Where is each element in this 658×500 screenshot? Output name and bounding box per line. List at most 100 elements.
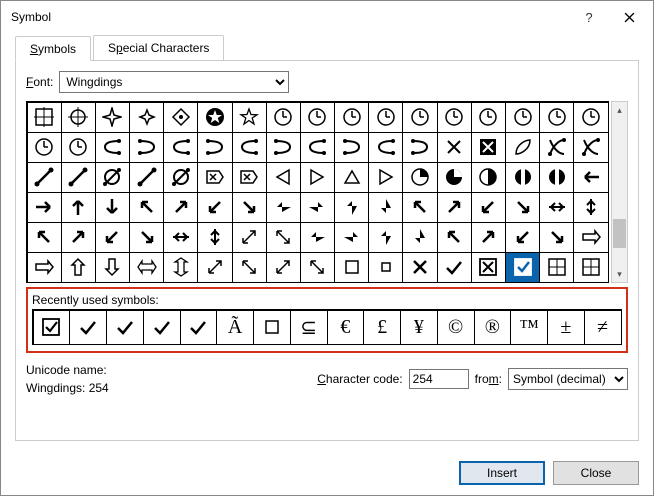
symbol-cell[interactable] [368, 132, 403, 163]
symbol-cell[interactable] [573, 162, 608, 193]
close-button[interactable] [609, 3, 649, 31]
scroll-up-icon[interactable]: ▴ [612, 102, 627, 118]
symbol-cell[interactable] [368, 102, 403, 133]
symbol-cell[interactable] [402, 192, 437, 223]
symbol-cell[interactable] [505, 252, 540, 283]
symbol-cell[interactable] [232, 222, 267, 253]
symbol-cell[interactable] [61, 102, 96, 133]
symbol-cell[interactable] [163, 192, 198, 223]
symbol-cell[interactable] [61, 222, 96, 253]
symbol-cell[interactable] [471, 192, 506, 223]
symbol-cell[interactable] [334, 132, 369, 163]
recent-symbol-cell[interactable] [180, 310, 218, 345]
font-select[interactable]: Wingdings [59, 71, 289, 93]
symbol-cell[interactable] [539, 192, 574, 223]
symbol-cell[interactable] [197, 102, 232, 133]
symbol-cell[interactable] [573, 222, 608, 253]
grid-scrollbar[interactable]: ▴ ▾ [611, 101, 628, 283]
symbol-cell[interactable] [573, 252, 608, 283]
symbol-cell[interactable] [437, 252, 472, 283]
symbol-cell[interactable] [437, 162, 472, 193]
symbol-cell[interactable] [61, 192, 96, 223]
symbol-cell[interactable] [368, 222, 403, 253]
symbol-cell[interactable] [129, 162, 164, 193]
recent-symbol-cell[interactable] [253, 310, 291, 345]
symbol-cell[interactable] [437, 222, 472, 253]
symbol-cell[interactable] [539, 222, 574, 253]
symbol-cell[interactable] [163, 132, 198, 163]
symbol-cell[interactable] [471, 162, 506, 193]
help-button[interactable]: ? [569, 3, 609, 31]
symbol-cell[interactable] [129, 132, 164, 163]
recent-symbol-cell[interactable]: ± [547, 310, 585, 345]
symbol-cell[interactable] [402, 162, 437, 193]
recent-symbol-cell[interactable]: © [437, 310, 475, 345]
symbol-cell[interactable] [437, 102, 472, 133]
symbol-cell[interactable] [539, 132, 574, 163]
symbol-cell[interactable] [266, 132, 301, 163]
symbol-cell[interactable] [129, 102, 164, 133]
symbol-cell[interactable] [300, 102, 335, 133]
insert-button[interactable]: Insert [459, 461, 545, 485]
symbol-cell[interactable] [368, 162, 403, 193]
symbol-cell[interactable] [402, 222, 437, 253]
symbol-cell[interactable] [368, 252, 403, 283]
char-code-input[interactable] [409, 369, 469, 389]
symbol-cell[interactable] [505, 192, 540, 223]
symbol-cell[interactable] [573, 132, 608, 163]
symbol-cell[interactable] [27, 222, 62, 253]
symbol-cell[interactable] [61, 162, 96, 193]
symbol-cell[interactable] [505, 222, 540, 253]
symbol-cell[interactable] [61, 132, 96, 163]
symbol-cell[interactable] [197, 132, 232, 163]
symbol-cell[interactable] [197, 252, 232, 283]
symbol-cell[interactable] [334, 222, 369, 253]
symbol-cell[interactable] [471, 252, 506, 283]
symbol-cell[interactable] [368, 192, 403, 223]
from-select[interactable]: Symbol (decimal) [508, 368, 628, 390]
symbol-cell[interactable] [539, 162, 574, 193]
recent-symbol-cell[interactable] [33, 310, 71, 345]
symbol-cell[interactable] [334, 192, 369, 223]
symbol-cell[interactable] [505, 102, 540, 133]
symbol-cell[interactable] [95, 252, 130, 283]
symbol-cell[interactable] [95, 222, 130, 253]
symbol-cell[interactable] [27, 132, 62, 163]
symbol-cell[interactable] [232, 192, 267, 223]
symbol-cell[interactable] [61, 252, 96, 283]
recent-symbol-cell[interactable]: Ã [216, 310, 254, 345]
symbol-cell[interactable] [505, 132, 540, 163]
symbol-cell[interactable] [505, 162, 540, 193]
close-dialog-button[interactable]: Close [553, 461, 639, 485]
symbol-cell[interactable] [27, 192, 62, 223]
symbol-cell[interactable] [266, 192, 301, 223]
tab-special-characters[interactable]: Special Characters [93, 35, 224, 60]
recent-symbol-cell[interactable] [143, 310, 181, 345]
symbol-cell[interactable] [232, 252, 267, 283]
recent-symbol-cell[interactable]: ® [474, 310, 512, 345]
symbol-cell[interactable] [232, 162, 267, 193]
symbol-cell[interactable] [266, 222, 301, 253]
symbol-cell[interactable] [300, 192, 335, 223]
symbol-cell[interactable] [402, 252, 437, 283]
symbol-cell[interactable] [300, 162, 335, 193]
symbol-cell[interactable] [437, 192, 472, 223]
symbol-cell[interactable] [27, 102, 62, 133]
symbol-cell[interactable] [129, 222, 164, 253]
symbol-cell[interactable] [334, 162, 369, 193]
recent-symbol-cell[interactable]: ≠ [584, 310, 622, 345]
symbol-cell[interactable] [402, 132, 437, 163]
scroll-down-icon[interactable]: ▾ [612, 266, 627, 282]
symbol-cell[interactable] [266, 162, 301, 193]
symbol-cell[interactable] [197, 222, 232, 253]
symbol-cell[interactable] [334, 252, 369, 283]
symbol-cell[interactable] [402, 102, 437, 133]
recent-symbol-cell[interactable]: ⊆ [290, 310, 328, 345]
symbol-cell[interactable] [266, 252, 301, 283]
recent-symbol-cell[interactable]: ¥ [400, 310, 438, 345]
recent-symbol-cell[interactable] [69, 310, 107, 345]
symbol-cell[interactable] [266, 102, 301, 133]
recent-symbol-cell[interactable]: £ [363, 310, 401, 345]
symbol-cell[interactable] [300, 222, 335, 253]
symbol-cell[interactable] [129, 252, 164, 283]
